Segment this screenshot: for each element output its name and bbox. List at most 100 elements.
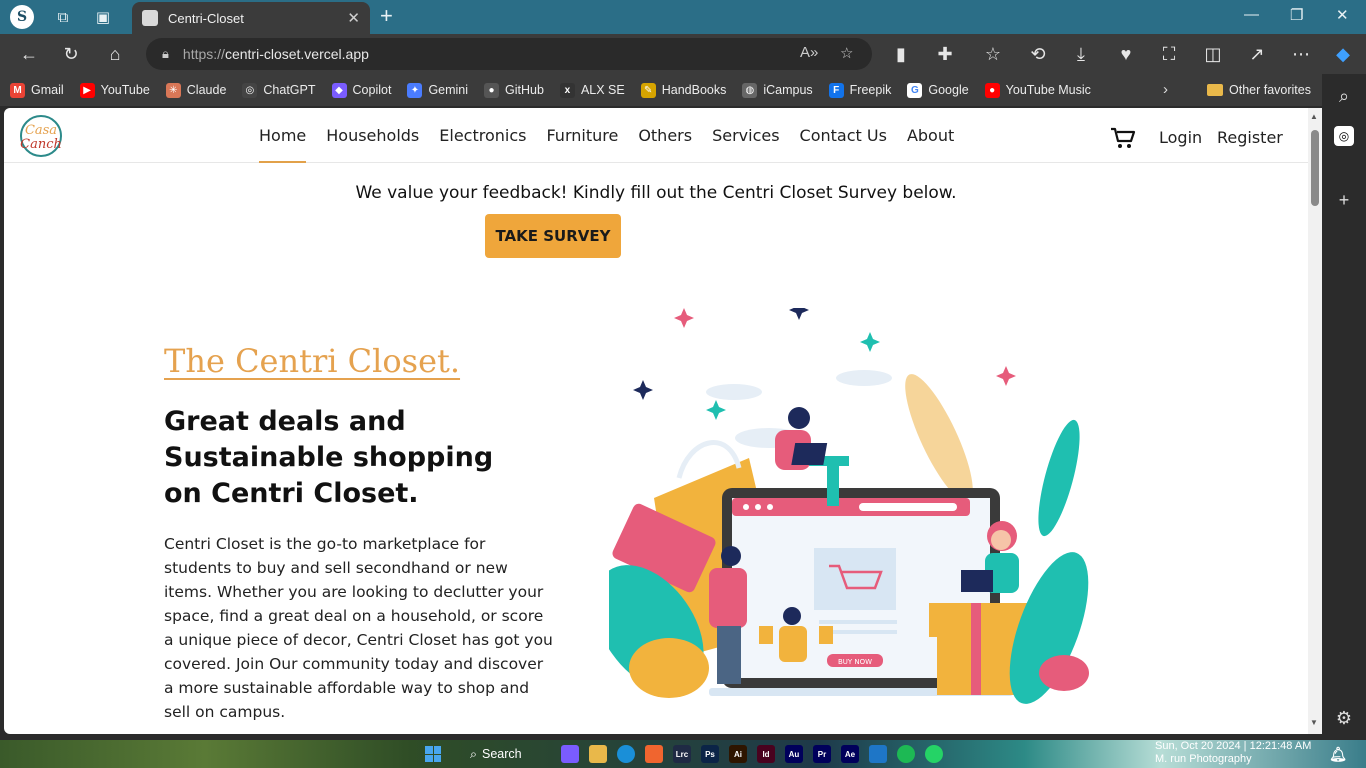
- site-navbar: Casa Canch Home Households Electronics Furn…: [4, 108, 1308, 163]
- tab-actions-icon[interactable]: ▣: [90, 5, 116, 29]
- browser-tab-active[interactable]: Centri-Closet ✕: [132, 2, 370, 34]
- windows-start-icon[interactable]: [425, 746, 441, 762]
- lightroom-icon[interactable]: Lrc: [673, 745, 691, 763]
- taskbar-search[interactable]: ⌕ Search: [470, 744, 560, 764]
- bookmark-label: Copilot: [352, 83, 392, 97]
- settings-gear-icon[interactable]: ⚙: [1334, 708, 1354, 728]
- brave-browser-icon[interactable]: [645, 745, 663, 763]
- bookmark-item[interactable]: F Freepik: [828, 82, 891, 98]
- search-icon: ⌕: [470, 746, 478, 761]
- hero-brand-link[interactable]: The Centri Closet.: [164, 342, 460, 380]
- nav-link-contact-us[interactable]: Contact Us: [800, 108, 887, 163]
- bookmark-item[interactable]: ● GitHub: [484, 82, 544, 98]
- address-bar[interactable]: 🔒︎ https:// centri-closet.vercel.app A» …: [146, 38, 872, 70]
- home-icon[interactable]: ⌂: [102, 42, 128, 66]
- bookmark-item[interactable]: M Gmail: [10, 82, 64, 98]
- whatsapp-icon[interactable]: [925, 745, 943, 763]
- close-window-button[interactable]: ✕: [1336, 6, 1349, 24]
- bookmark-favicon-icon: ✦: [407, 82, 423, 98]
- nav-link-services[interactable]: Services: [712, 108, 779, 163]
- chatgpt-sidebar-icon[interactable]: ◎: [1334, 126, 1354, 146]
- tab-title: Centri-Closet: [168, 10, 244, 26]
- page-scrollbar[interactable]: ▲ ▼: [1308, 108, 1322, 734]
- cart-icon[interactable]: [1110, 126, 1136, 150]
- bookmark-item[interactable]: ● YouTube Music: [984, 82, 1091, 98]
- bookmark-item[interactable]: ✳ Claude: [165, 82, 226, 98]
- bookmark-item[interactable]: ◍ iCampus: [742, 82, 813, 98]
- copilot-icon[interactable]: ◆: [1330, 42, 1356, 66]
- other-favorites[interactable]: Other favorites: [1207, 74, 1311, 106]
- bookmark-favicon-icon: ◍: [742, 82, 758, 98]
- more-menu-icon[interactable]: ⋯: [1288, 42, 1314, 66]
- favorite-star-icon[interactable]: ☆: [840, 44, 853, 62]
- system-tray-clock[interactable]: Sun, Oct 20 2024 | 12:21:48 AM M. run Ph…: [1155, 740, 1311, 766]
- premiere-icon[interactable]: Pr: [813, 745, 831, 763]
- bookmark-favicon-icon: ●: [984, 82, 1000, 98]
- add-sidebar-app-icon[interactable]: +: [1334, 190, 1354, 210]
- site-logo[interactable]: Casa Canch: [14, 112, 68, 160]
- refresh-icon[interactable]: ↻: [58, 42, 84, 66]
- login-link[interactable]: Login: [1159, 128, 1202, 147]
- nav-link-furniture[interactable]: Furniture: [546, 108, 618, 163]
- nav-link-households[interactable]: Households: [326, 108, 419, 163]
- audition-icon[interactable]: Au: [785, 745, 803, 763]
- nav-link-electronics[interactable]: Electronics: [439, 108, 526, 163]
- downloads-icon[interactable]: ⤓: [1068, 42, 1094, 66]
- edge-sidebar: ⌕ ◎ + ⚙: [1322, 74, 1366, 740]
- restore-button[interactable]: ❐: [1290, 6, 1303, 24]
- new-tab-button[interactable]: +: [380, 5, 393, 27]
- close-tab-icon[interactable]: ✕: [347, 9, 360, 27]
- vscode-icon[interactable]: [869, 745, 887, 763]
- spotify-icon[interactable]: [897, 745, 915, 763]
- extensions-icon[interactable]: ✚: [932, 42, 958, 66]
- scroll-up-icon[interactable]: ▲: [1310, 112, 1318, 121]
- screenshot-icon[interactable]: ⛶: [1156, 42, 1182, 66]
- scroll-down-icon[interactable]: ▼: [1310, 718, 1318, 727]
- register-link[interactable]: Register: [1217, 128, 1283, 147]
- file-explorer-icon[interactable]: [589, 745, 607, 763]
- history-icon[interactable]: ⟲: [1025, 42, 1051, 66]
- search-icon[interactable]: ⌕: [1334, 86, 1354, 106]
- bookmark-label: ChatGPT: [263, 83, 316, 97]
- bookmarks-bar: M Gmail ▶ YouTube ✳ Claude ◎ ChatGPT ◆ Copilot ✦ Ge…: [0, 74, 1322, 106]
- edge-browser-icon[interactable]: [617, 745, 635, 763]
- split-screen-icon[interactable]: ◫: [1200, 42, 1226, 66]
- bookmark-item[interactable]: x ALX SE: [559, 82, 625, 98]
- after-effects-icon[interactable]: Ae: [841, 745, 859, 763]
- bookmark-item[interactable]: ✎ HandBooks: [640, 82, 726, 98]
- bookmark-favicon-icon: ◎: [242, 82, 258, 98]
- collections-icon[interactable]: ▮: [888, 42, 914, 66]
- bookmark-label: Gmail: [31, 83, 64, 97]
- scrollbar-thumb[interactable]: [1311, 130, 1319, 206]
- bookmark-item[interactable]: ✦ Gemini: [407, 82, 468, 98]
- bookmark-item[interactable]: ▶ YouTube: [79, 82, 150, 98]
- workspaces-icon[interactable]: ⧉: [50, 5, 76, 29]
- bookmark-item[interactable]: ◆ Copilot: [331, 82, 392, 98]
- lock-icon[interactable]: 🔒︎: [162, 46, 169, 62]
- share-icon[interactable]: ↗: [1244, 42, 1270, 66]
- bookmark-favicon-icon: ✎: [640, 82, 656, 98]
- notifications-bell-icon[interactable]: 🔔︎: [1329, 745, 1347, 763]
- shopping-illustration: BUY NOW: [609, 308, 1089, 704]
- profile-avatar[interactable]: S: [10, 5, 34, 29]
- take-survey-button[interactable]: TAKE SURVEY: [485, 214, 621, 258]
- nav-link-others[interactable]: Others: [638, 108, 692, 163]
- bookmark-item[interactable]: ◎ ChatGPT: [242, 82, 316, 98]
- back-icon[interactable]: ←: [16, 42, 42, 66]
- photoshop-icon[interactable]: Ps: [701, 745, 719, 763]
- folder-icon: [1207, 84, 1223, 96]
- copilot-app-icon[interactable]: [561, 745, 579, 763]
- nav-link-about[interactable]: About: [907, 108, 954, 163]
- indesign-icon[interactable]: Id: [757, 745, 775, 763]
- favorites-icon[interactable]: ☆: [980, 42, 1006, 66]
- windows-taskbar: ⌕ Search Lrc Ps Ai Id Au Pr Ae Sun, Oct …: [0, 740, 1366, 768]
- nav-link-home[interactable]: Home: [259, 108, 307, 163]
- minimize-button[interactable]: —: [1244, 6, 1259, 23]
- chevron-right-icon[interactable]: ›: [1163, 81, 1168, 98]
- bookmark-item[interactable]: G Google: [907, 82, 969, 98]
- performance-icon[interactable]: ♥: [1113, 42, 1139, 66]
- survey-message: We value your feedback! Kindly fill out …: [355, 183, 957, 203]
- illustrator-icon[interactable]: Ai: [729, 745, 747, 763]
- read-aloud-icon[interactable]: A»: [800, 44, 818, 61]
- url-host: centri-closet.vercel.app: [224, 46, 369, 62]
